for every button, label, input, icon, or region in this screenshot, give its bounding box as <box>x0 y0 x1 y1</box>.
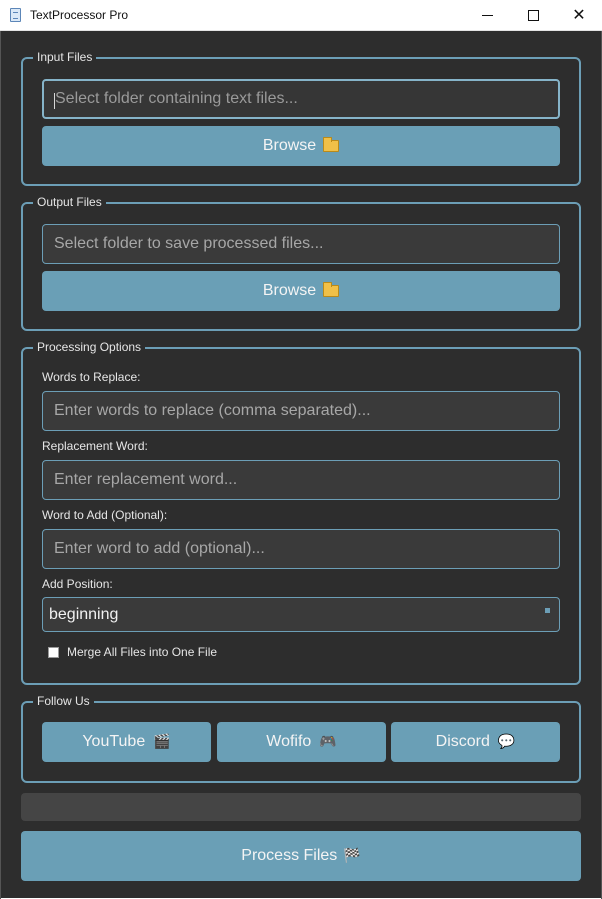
merge-files-row[interactable]: Merge All Files into One File <box>48 645 217 659</box>
output-files-group-label: Output Files <box>33 194 106 210</box>
input-files-group: Input Files Browse <box>21 49 581 186</box>
follow-us-group-label: Follow Us <box>33 693 94 709</box>
merge-files-checkbox[interactable] <box>48 646 59 658</box>
close-button[interactable]: ✕ <box>556 0 602 30</box>
words-to-replace-field[interactable] <box>42 391 560 431</box>
word-to-add-label: Word to Add (Optional): <box>42 508 168 522</box>
input-browse-label: Browse <box>262 137 317 154</box>
input-folder-field[interactable] <box>42 79 560 119</box>
window-title: TextProcessor Pro <box>30 8 129 22</box>
folder-icon <box>323 282 340 297</box>
discord-label: Discord <box>435 733 490 750</box>
words-to-replace-label: Words to Replace: <box>42 370 141 384</box>
discord-button[interactable]: Discord 💬 <box>391 722 560 762</box>
minimize-button[interactable] <box>464 0 510 30</box>
add-position-dropdown[interactable]: beginning <box>42 597 560 632</box>
maximize-icon <box>527 9 539 21</box>
gamepad-icon: 🎮 <box>319 734 337 750</box>
process-files-label: Process Files <box>241 847 338 864</box>
document-icon <box>10 8 21 22</box>
follow-us-group: Follow Us YouTube 🎬 Wofifo 🎮 Discord 💬 <box>21 693 581 783</box>
merge-files-label: Merge All Files into One File <box>67 645 218 659</box>
wofifo-button[interactable]: Wofifo 🎮 <box>217 722 386 762</box>
title-bar: TextProcessor Pro ✕ <box>0 0 602 31</box>
output-folder-field[interactable] <box>42 224 560 264</box>
output-browse-label: Browse <box>262 282 317 299</box>
close-icon: ✕ <box>572 5 586 24</box>
process-files-button[interactable]: Process Files 🏁 <box>21 831 581 881</box>
minimize-icon <box>481 14 493 16</box>
youtube-button[interactable]: YouTube 🎬 <box>42 722 211 762</box>
wofifo-label: Wofifo <box>266 733 312 750</box>
progress-bar <box>21 793 581 821</box>
add-position-value: beginning <box>49 606 119 623</box>
clapper-icon: 🎬 <box>153 734 171 750</box>
add-position-label: Add Position: <box>42 577 113 591</box>
speech-bubble-icon: 💬 <box>497 734 516 750</box>
output-files-group: Output Files Browse <box>21 194 581 331</box>
processing-options-group-label: Processing Options <box>33 339 146 355</box>
input-browse-button[interactable]: Browse <box>42 126 560 166</box>
replacement-word-field[interactable] <box>42 460 560 500</box>
processing-options-group: Processing Options Words to Replace: Rep… <box>21 339 581 685</box>
text-caret <box>54 93 55 109</box>
folder-icon <box>323 137 340 152</box>
dropdown-arrow-icon <box>545 608 550 613</box>
input-files-group-label: Input Files <box>33 49 97 65</box>
replacement-word-label: Replacement Word: <box>42 439 148 453</box>
output-browse-button[interactable]: Browse <box>42 271 560 311</box>
maximize-button[interactable] <box>510 0 556 30</box>
youtube-label: YouTube <box>82 733 146 750</box>
word-to-add-field[interactable] <box>42 529 560 569</box>
checkered-flag-icon: 🏁 <box>343 848 361 864</box>
